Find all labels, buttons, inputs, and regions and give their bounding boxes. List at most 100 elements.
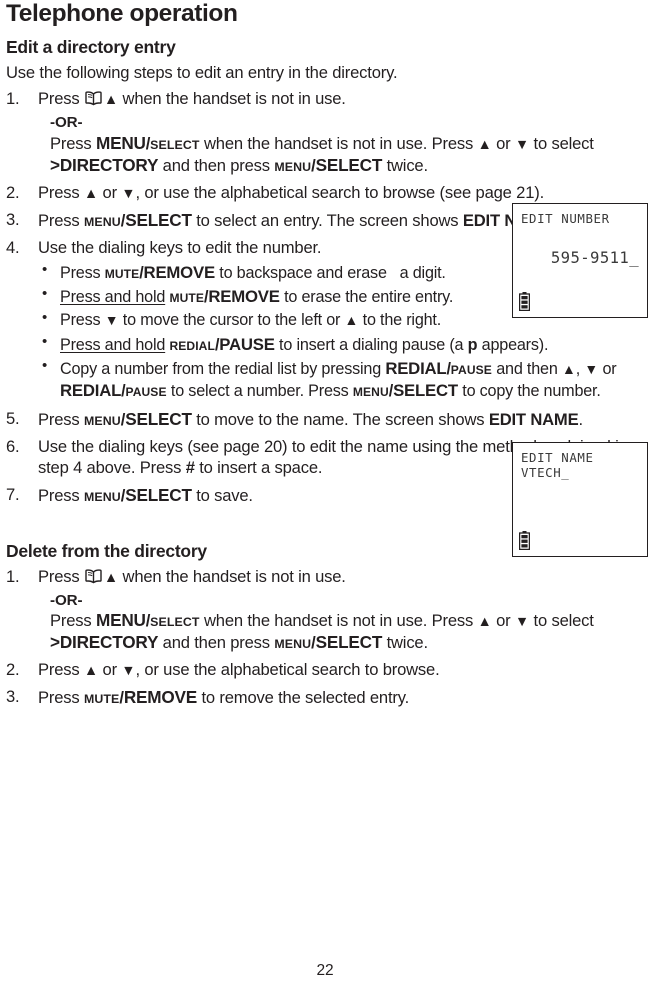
edit-step-2: 2. Press ▲ or ▼, or use the alphabetical…: [6, 183, 644, 204]
directory-book-icon: [85, 569, 102, 590]
step-number: 2.: [6, 660, 20, 680]
step-text-press: Press: [38, 89, 80, 109]
step-text-tail: to save.: [196, 485, 253, 505]
delete-step-1: 1. Press ▲ when the handset is not in us…: [6, 567, 644, 654]
key-remove: REMOVE: [208, 286, 280, 306]
key-menu: MENU: [352, 384, 389, 399]
edit-step-1: 1. Press ▲ when the handset is not in us…: [6, 89, 644, 176]
up-arrow-icon: ▲: [103, 570, 119, 587]
up-arrow-icon: ▲: [83, 663, 99, 680]
lcd-title-line: EDIT NUMBER: [521, 211, 610, 226]
step-text-or: or: [102, 660, 118, 680]
step-number: 6.: [6, 436, 20, 456]
bullet-icon: •: [42, 309, 48, 327]
bullet-text-lead: Copy a number from the redial list by pr…: [60, 360, 381, 379]
alt-text-or: or: [496, 133, 511, 153]
alt-text-2: when the handset is not in use. Press: [203, 133, 474, 153]
key-menu: MENU: [83, 489, 121, 504]
key-redial: REDIAL: [385, 359, 447, 379]
key-hash: #: [185, 457, 195, 477]
lcd-screen-edit-name: EDIT NAME VTECH_: [512, 442, 648, 557]
bullet-insert-pause: • Press and hold REDIAL/PAUSE to insert …: [38, 333, 644, 355]
key-mute: MUTE: [169, 290, 205, 305]
key-menu: MENU: [274, 159, 312, 174]
bullet-text-tail: to copy the number.: [462, 381, 601, 400]
step-text-lead: Use the dialing keys to edit the number.: [38, 237, 322, 257]
down-arrow-icon: ▼: [121, 185, 136, 202]
key-redial: REDIAL: [60, 380, 122, 400]
key-pause: PAUSE: [219, 334, 275, 354]
step-number: 7.: [6, 484, 20, 504]
key-menu: MENU: [95, 610, 146, 631]
key-pause: PAUSE: [450, 363, 492, 378]
bullet-text-or: or: [602, 360, 617, 379]
alt-text-7: twice.: [386, 633, 429, 653]
step-text-tail: when the handset is not in use.: [122, 89, 346, 109]
step-text-press: Press: [38, 660, 80, 680]
alt-text-7: twice.: [386, 155, 429, 175]
key-select: SELECT: [315, 632, 383, 653]
key-select: SELECT: [315, 154, 383, 175]
key-pause: PAUSE: [125, 384, 167, 399]
pause-indicator-letter: p: [467, 335, 478, 354]
key-select: SELECT: [125, 209, 192, 230]
step-text-press: Press: [38, 182, 80, 202]
key-select: SELECT: [150, 615, 200, 630]
step-text-mid: to move to the name. The screen shows: [196, 409, 485, 429]
step-number: 1.: [6, 567, 20, 587]
key-menu: MENU: [95, 132, 146, 153]
battery-full-icon: [519, 531, 530, 550]
bullet-icon: •: [42, 357, 48, 375]
key-menu: MENU: [83, 214, 121, 229]
alt-text-to: to: [533, 133, 548, 153]
up-arrow-icon: ▲: [561, 361, 576, 378]
down-arrow-icon: ▼: [514, 614, 530, 631]
key-select: SELECT: [150, 137, 200, 152]
alt-text-to: to: [533, 611, 548, 631]
up-arrow-icon: ▲: [83, 185, 99, 202]
chapter-title: Telephone operation: [6, 0, 238, 27]
step-text-press: Press: [38, 567, 80, 587]
step-text-period: .: [578, 409, 583, 429]
step-text-or: or: [102, 182, 118, 202]
up-arrow-icon: ▲: [477, 136, 492, 153]
key-menu: MENU: [83, 413, 121, 428]
bullet-text-press: Press: [60, 311, 101, 330]
step-number: 5.: [6, 408, 20, 428]
lcd-name-value: VTECH_: [521, 465, 570, 480]
step-number: 3.: [6, 209, 20, 229]
step-number: 1.: [6, 89, 20, 109]
bullet-copy-from-redial: • Copy a number from the redial list by …: [38, 357, 644, 401]
step-number: 4.: [6, 237, 20, 257]
edit-step-1-alt-text: Press MENU/SELECT when the handset is no…: [38, 133, 644, 177]
key-select: SELECT: [125, 484, 192, 505]
key-menu: MENU: [274, 637, 312, 652]
key-select: SELECT: [393, 380, 458, 400]
up-arrow-icon: ▲: [477, 614, 492, 631]
bullet-text-tail: to erase the entire entry.: [284, 287, 454, 306]
step-text-tail: , or use the alphabetical search to brow…: [135, 660, 440, 680]
bullet-text-2: and then: [496, 360, 558, 379]
step-text-press: Press: [38, 688, 80, 708]
bullet-text-comma: ,: [575, 360, 581, 379]
alt-text-select: select: [551, 611, 594, 631]
step-text-tail: to remove the selected entry.: [201, 688, 410, 708]
section-title-edit-directory-entry: Edit a directory entry: [6, 36, 176, 57]
down-arrow-icon: ▼: [121, 663, 136, 680]
battery-full-icon: [519, 292, 530, 311]
bullet-icon: •: [42, 284, 48, 302]
alt-text-select: select: [551, 133, 594, 153]
up-arrow-icon: ▲: [103, 92, 119, 109]
step-number: 2.: [6, 182, 20, 202]
lcd-number-value: 595-9511_: [550, 249, 639, 267]
section-intro-edit: Use the following steps to edit an entry…: [6, 62, 398, 82]
key-remove: REMOVE: [143, 262, 216, 282]
step-text-press: Press: [38, 210, 80, 230]
step-text-tail: to insert a space.: [199, 457, 323, 477]
delete-steps-list: 1. Press ▲ when the handset is not in us…: [6, 567, 644, 709]
alt-press-label: Press: [50, 133, 92, 153]
page-number: 22: [316, 962, 334, 979]
step-text-mid: to select an entry. The screen shows: [196, 210, 459, 230]
alt-text-6: and then press: [162, 633, 270, 653]
press-and-hold-label: Press and hold: [60, 335, 166, 354]
